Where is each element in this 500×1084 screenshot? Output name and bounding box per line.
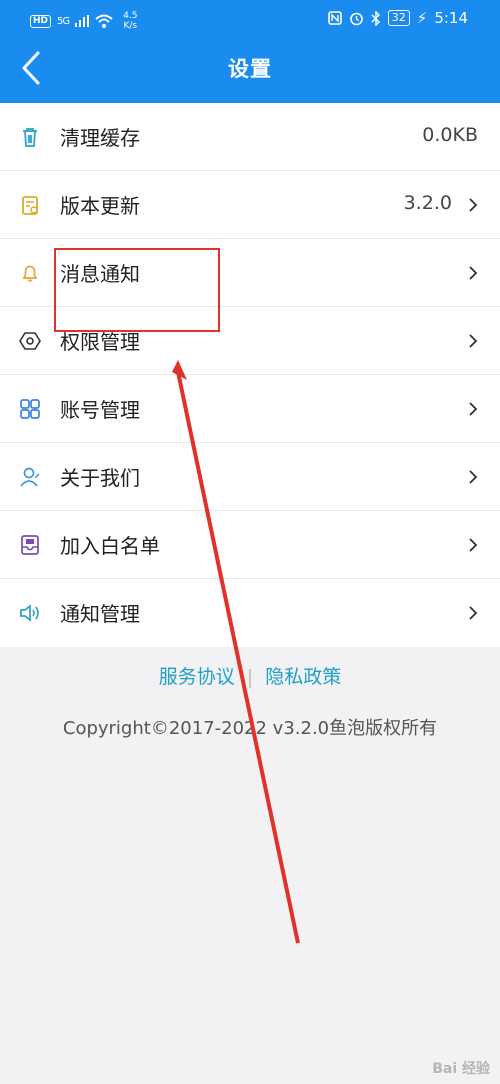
hexagon-icon: [19, 332, 41, 350]
privacy-policy-link[interactable]: 隐私政策: [265, 666, 341, 688]
status-bar: HD 5G 4.5 K/s 32 ⚡ 5:14: [0, 0, 500, 36]
service-agreement-link[interactable]: 服务协议: [159, 666, 235, 688]
settings-item-message-notification[interactable]: 消息通知: [0, 239, 500, 307]
version-value: 3.2.0: [403, 192, 452, 214]
bell-icon: [22, 265, 38, 282]
net-speed-value: 4.5: [123, 11, 138, 21]
update-calendar-icon: [22, 196, 38, 215]
settings-item-label: 通知管理: [60, 602, 140, 626]
chevron-right-icon: [469, 198, 478, 212]
wifi-icon: [95, 14, 113, 28]
chevron-right-icon: [469, 606, 478, 620]
link-divider: |: [246, 666, 254, 688]
chevron-right-icon: [469, 402, 478, 416]
settings-item-label: 权限管理: [60, 330, 140, 354]
speaker-icon: [20, 604, 39, 622]
nav-row: 设置: [0, 36, 500, 103]
chevron-right-icon: [469, 266, 478, 280]
page-title: 设置: [228, 57, 272, 81]
settings-item-notification-management[interactable]: 通知管理: [0, 579, 500, 647]
settings-list: 清理缓存 0.0KB 版本更新 3.2.0 消息通知 权限管理 账号管理 关于我…: [0, 103, 500, 647]
watermark: Bai 经验: [432, 1061, 490, 1077]
net-speed: 4.5 K/s: [123, 11, 137, 31]
signal-strength: 5G: [57, 15, 70, 27]
trash-icon: [23, 128, 37, 147]
settings-item-version-update[interactable]: 版本更新 3.2.0: [0, 171, 500, 239]
settings-item-label: 清理缓存: [60, 126, 140, 150]
settings-item-label: 版本更新: [60, 194, 140, 218]
settings-item-clear-cache[interactable]: 清理缓存 0.0KB: [0, 103, 500, 171]
settings-item-whitelist[interactable]: 加入白名单: [0, 511, 500, 579]
grid-icon: [20, 399, 40, 419]
inbox-icon: [21, 535, 39, 555]
settings-item-permission-management[interactable]: 权限管理: [0, 307, 500, 375]
chevron-right-icon: [469, 538, 478, 552]
chevron-right-icon: [469, 334, 478, 348]
nfc-icon: [327, 11, 342, 25]
settings-item-account-management[interactable]: 账号管理: [0, 375, 500, 443]
bluetooth-icon: [371, 10, 380, 26]
settings-item-label: 消息通知: [60, 262, 140, 286]
net-speed-unit: K/s: [123, 21, 138, 31]
clock: 5:14: [434, 9, 468, 27]
person-icon: [20, 467, 40, 487]
battery-level: 32: [387, 10, 410, 26]
settings-item-about-us[interactable]: 关于我们: [0, 443, 500, 511]
charging-icon: ⚡: [416, 9, 428, 27]
signal-bars-icon: [75, 15, 90, 27]
alarm-icon: [349, 12, 363, 25]
cache-size-value: 0.0KB: [422, 124, 478, 146]
top-bar: HD 5G 4.5 K/s 32 ⚡ 5:14 设置: [0, 0, 500, 103]
settings-item-label: 关于我们: [60, 466, 140, 490]
hd-badge: HD: [30, 14, 52, 28]
copyright-text: Copyright©2017-2022 v3.2.0鱼泡版权所有: [62, 718, 438, 739]
footer-links: 服务协议 | 隐私政策: [0, 662, 500, 689]
settings-item-label: 加入白名单: [60, 534, 160, 558]
chevron-right-icon: [469, 470, 478, 484]
settings-item-label: 账号管理: [60, 398, 140, 422]
